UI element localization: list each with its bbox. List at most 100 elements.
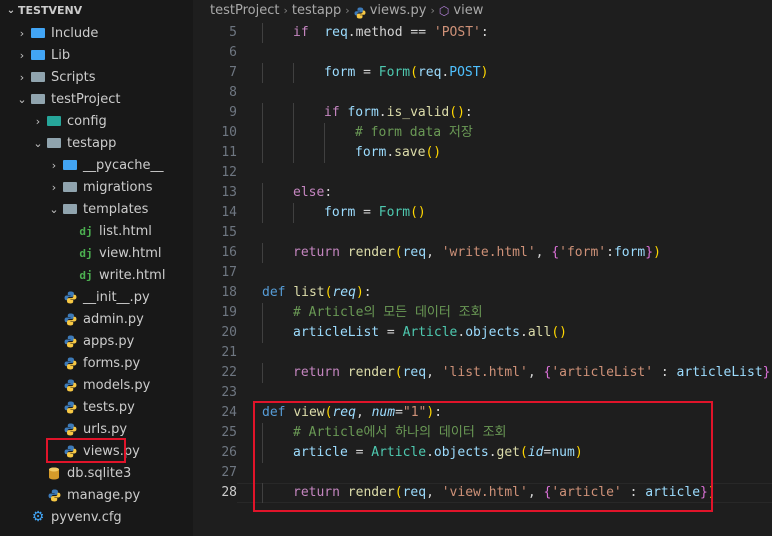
- code-token: form: [355, 145, 387, 160]
- breadcrumb-item-app[interactable]: testapp: [292, 0, 341, 22]
- code-line[interactable]: 7 form = Form(req.POST): [193, 63, 772, 83]
- code-token: 'write.html': [441, 245, 536, 260]
- tree-folder[interactable]: › __pycache__: [0, 154, 193, 176]
- config-folder-icon: [47, 114, 61, 128]
- chevron-right-icon: ›: [19, 70, 25, 84]
- code-token: 'POST': [433, 25, 481, 40]
- tree-folder[interactable]: › config: [0, 110, 193, 132]
- indent-guide: [324, 143, 325, 163]
- code-token: .method ==: [347, 25, 434, 40]
- chevron-down-icon: ⌄: [33, 136, 43, 150]
- explorer-root-header[interactable]: ⌄ TESTVENV: [0, 0, 193, 22]
- code-line[interactable]: 10 # form data 저장: [193, 123, 772, 143]
- tree-folder[interactable]: › migrations: [0, 176, 193, 198]
- tree-item-label: forms.py: [83, 355, 141, 371]
- code-token: render: [347, 365, 395, 380]
- breadcrumb-item-symbol[interactable]: view: [453, 0, 483, 22]
- tree-file[interactable]: dj list.html: [0, 220, 193, 242]
- tree-item-label: admin.py: [83, 311, 144, 327]
- chevron-right-icon: ›: [35, 114, 41, 128]
- tree-file[interactable]: manage.py: [0, 484, 193, 506]
- code-line[interactable]: 11 form.save(): [193, 143, 772, 163]
- tree-file[interactable]: apps.py: [0, 330, 193, 352]
- tree-file[interactable]: ⚙ pyvenv.cfg: [0, 506, 193, 528]
- chevron-right-icon: ›: [283, 4, 288, 17]
- editor-area: testProject › testapp › views.py › ⬡ vie…: [193, 0, 772, 536]
- code-token: (): [425, 145, 442, 160]
- breadcrumb-item-file[interactable]: views.py: [370, 0, 427, 22]
- code-line[interactable]: 18 def list(req):: [193, 283, 772, 303]
- tree-file[interactable]: models.py: [0, 374, 193, 396]
- chevron-right-icon: ›: [19, 26, 25, 40]
- tree-folder[interactable]: ⌄ testProject: [0, 88, 193, 110]
- code-line[interactable]: 15: [193, 223, 772, 243]
- tree-item-label: write.html: [99, 267, 166, 283]
- line-number: 16: [221, 245, 237, 260]
- tree-file[interactable]: urls.py: [0, 418, 193, 440]
- explorer-root-label: TESTVENV: [18, 4, 83, 17]
- tree-file[interactable]: dj write.html: [0, 264, 193, 286]
- code-line[interactable]: 14 form = Form(): [193, 203, 772, 223]
- tree-folder[interactable]: › Scripts: [0, 66, 193, 88]
- code-line[interactable]: 13 else:: [193, 183, 772, 203]
- code-line[interactable]: 12: [193, 163, 772, 183]
- code-line[interactable]: 6: [193, 43, 772, 63]
- code-token: return: [293, 365, 340, 380]
- tree-folder[interactable]: ⌄ testapp: [0, 132, 193, 154]
- code-token: ,: [426, 245, 442, 260]
- tree-folder[interactable]: ⌄ templates: [0, 198, 193, 220]
- code-line[interactable]: 17: [193, 263, 772, 283]
- code-token: ,: [527, 365, 544, 380]
- code-line[interactable]: 9 if form.is_valid():: [193, 103, 772, 123]
- code-line[interactable]: 8: [193, 83, 772, 103]
- line-number: 18: [221, 285, 237, 300]
- code-token: ,: [535, 245, 552, 260]
- code-line[interactable]: 22 return render(req, 'list.html', {'arti…: [193, 363, 772, 383]
- code-token: return: [293, 245, 340, 260]
- python-icon: [47, 488, 61, 502]
- code-line[interactable]: 16 return render(req, 'write.html', {'for…: [193, 243, 772, 263]
- tree-file[interactable]: admin.py: [0, 308, 193, 330]
- python-icon: [63, 290, 77, 304]
- line-number: 11: [221, 145, 237, 160]
- tree-file[interactable]: db.sqlite3: [0, 462, 193, 484]
- code-line[interactable]: 5 if req.method == 'POST':: [193, 23, 772, 43]
- code-token: req: [417, 65, 442, 80]
- tree-item-label: __pycache__: [83, 157, 164, 173]
- tree-item-label: tests.py: [83, 399, 135, 415]
- line-number: 9: [229, 105, 237, 120]
- python-icon: [354, 5, 366, 19]
- pycache-folder-icon: [63, 158, 77, 172]
- indent-guide: [293, 63, 294, 83]
- tree-file[interactable]: forms.py: [0, 352, 193, 374]
- code-text: else:: [293, 183, 332, 203]
- tree-file[interactable]: tests.py: [0, 396, 193, 418]
- line-number: 6: [229, 45, 237, 60]
- tree-file[interactable]: __init__.py: [0, 286, 193, 308]
- code-line[interactable]: 21: [193, 343, 772, 363]
- python-icon: [63, 422, 77, 436]
- code-text: return render(req, 'list.html', {'articl…: [293, 363, 772, 383]
- code-line[interactable]: 20 articleList = Article.objects.all(): [193, 323, 772, 343]
- code-token: 'articleList': [551, 365, 654, 380]
- line-number: 25: [221, 425, 237, 440]
- tree-item-label: models.py: [83, 377, 151, 393]
- code-token: =: [379, 325, 403, 340]
- python-icon: [63, 334, 77, 348]
- code-token: :: [606, 245, 614, 260]
- django-icon: dj: [79, 224, 93, 238]
- code-line[interactable]: 19 # Article의 모든 데이터 조회: [193, 303, 772, 323]
- line-number: 12: [221, 165, 237, 180]
- scripts-folder-icon: [31, 70, 45, 84]
- tree-file[interactable]: dj view.html: [0, 242, 193, 264]
- line-number: 7: [229, 65, 237, 80]
- indent-guide: [293, 103, 294, 123]
- breadcrumb-item-project[interactable]: testProject: [210, 0, 279, 22]
- tree-folder[interactable]: › Lib: [0, 44, 193, 66]
- tree-folder[interactable]: › Include: [0, 22, 193, 44]
- folder-icon: [63, 180, 77, 194]
- code-line[interactable]: 23: [193, 383, 772, 403]
